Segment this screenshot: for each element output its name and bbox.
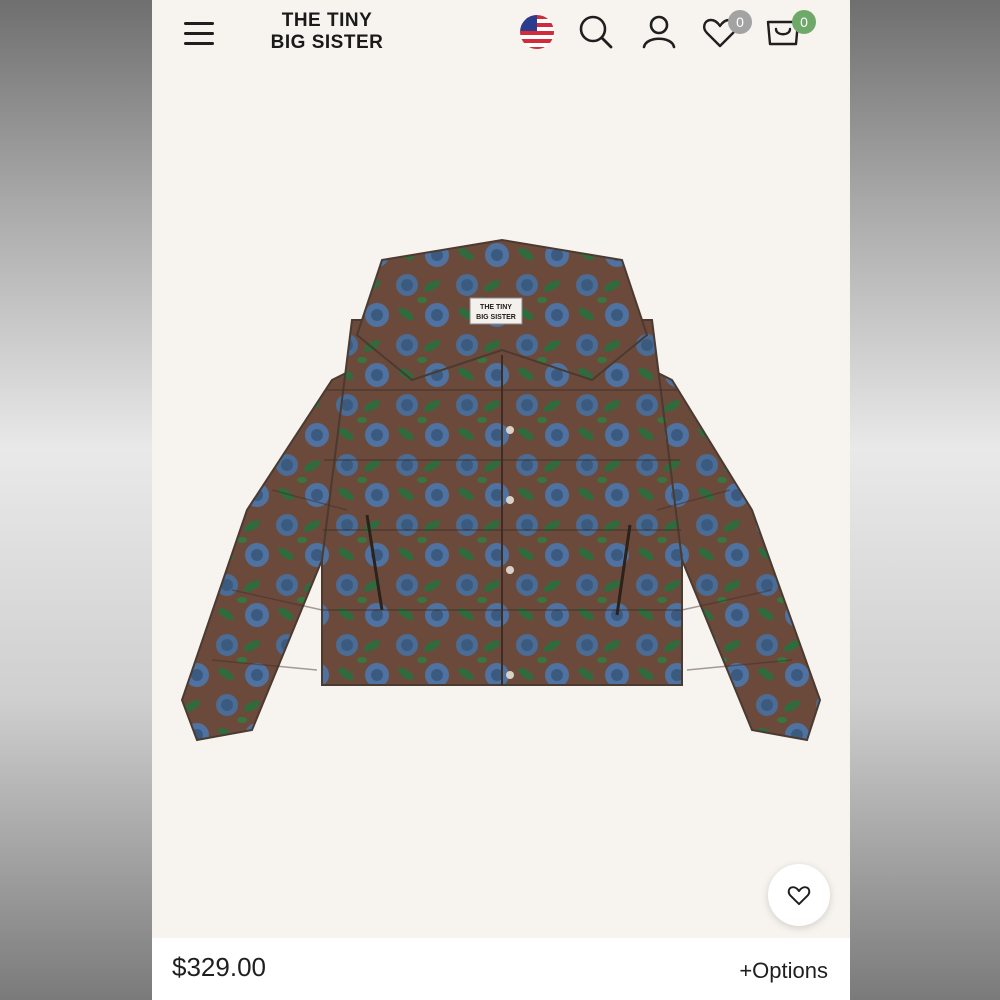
- brand-line-1: THE TINY: [281, 10, 373, 31]
- cart-button[interactable]: 0: [764, 10, 816, 52]
- hamburger-menu-icon[interactable]: [182, 18, 216, 48]
- jacket-label-line-2: BIG SISTER: [476, 314, 516, 321]
- background-left: [0, 0, 152, 1000]
- product-price: $329.00: [172, 952, 266, 982]
- heart-icon: [787, 886, 811, 906]
- add-to-favorites-button[interactable]: [768, 864, 830, 926]
- us-flag-icon[interactable]: [517, 12, 557, 52]
- purchase-bar: $329.00 +Options: [152, 938, 850, 1000]
- brand-line-2: BIG SISTER: [270, 32, 384, 53]
- background-right: [848, 0, 1000, 1000]
- cart-count-badge: 0: [792, 10, 816, 34]
- product-image[interactable]: THE TINY BIG SISTER: [152, 90, 850, 920]
- wishlist-count-badge: 0: [728, 10, 752, 34]
- wishlist-button[interactable]: 0: [700, 10, 752, 52]
- jacket-label-line-1: THE TINY: [480, 304, 512, 311]
- brand-logo[interactable]: THE TINY BIG SISTER: [257, 10, 397, 54]
- options-button[interactable]: +Options: [739, 958, 828, 984]
- site-header: THE TINY BIG SISTER 0 0: [152, 0, 850, 70]
- user-icon[interactable]: [639, 12, 679, 52]
- search-icon[interactable]: [576, 12, 616, 52]
- mobile-screen: THE TINY BIG SISTER 0 0 THE TINY BIG SIS…: [152, 0, 850, 1000]
